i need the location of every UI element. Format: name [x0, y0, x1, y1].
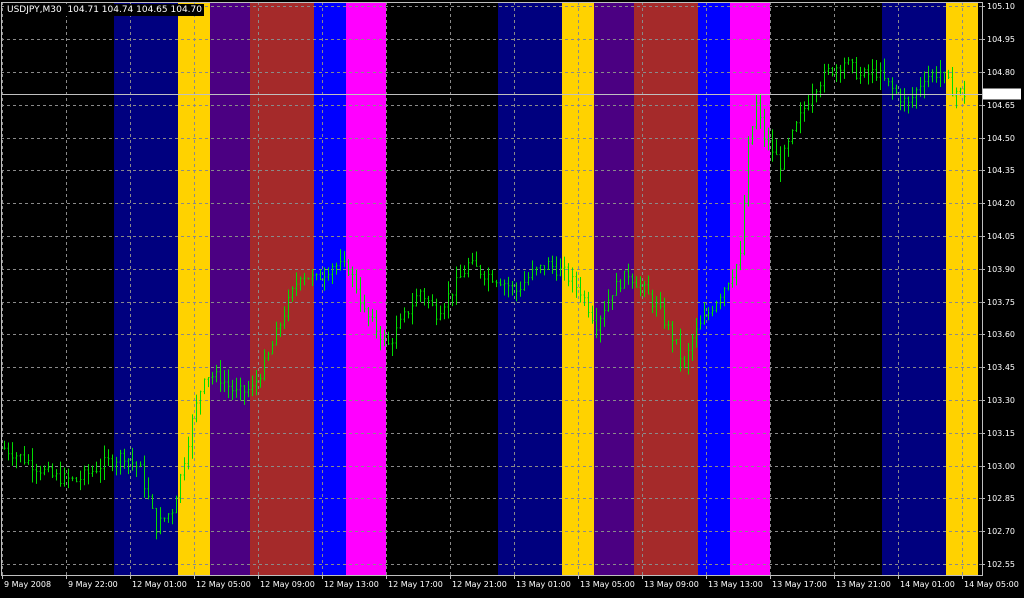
time-tick-label: 13 May 09:00 [644, 580, 699, 589]
price-axis: 105.10 104.95 104.80 104.65 104.50 104.35 104.… [982, 2, 1021, 569]
session-band-black [386, 2, 498, 575]
current-price-label: 104.70 [986, 91, 1014, 100]
price-tick-label: 103.15 [987, 429, 1015, 438]
price-tick-label: 104.80 [987, 68, 1015, 77]
price-tick-label: 104.35 [987, 166, 1015, 175]
time-tick-label: 14 May 05:00 [964, 580, 1019, 589]
time-tick-label: 14 May 01:00 [900, 580, 955, 589]
session-band-brown [250, 2, 314, 575]
price-tick-label: 104.50 [987, 134, 1015, 143]
price-tick-label: 103.45 [987, 363, 1015, 372]
time-tick-label: 12 May 05:00 [196, 580, 251, 589]
time-tick-label: 13 May 21:00 [836, 580, 891, 589]
time-axis: 9 May 2008 9 May 22:00 12 May 01:00 12 May … [2, 575, 1019, 589]
ohlc-chart[interactable]: 105.10 104.95 104.80 104.65 104.50 104.35 104.… [0, 0, 1024, 594]
time-tick-label: 12 May 17:00 [388, 580, 443, 589]
price-tick-label: 102.70 [987, 527, 1015, 536]
price-tick-label: 103.00 [987, 462, 1015, 471]
price-tick-label: 104.95 [987, 35, 1015, 44]
time-tick-label: 12 May 21:00 [452, 580, 507, 589]
price-tick-label: 103.75 [987, 298, 1015, 307]
price-tick-label: 102.85 [987, 494, 1015, 503]
time-tick-label: 13 May 05:00 [580, 580, 635, 589]
session-band-black [2, 2, 114, 575]
session-band-navy [882, 2, 946, 575]
price-tick-label: 105.10 [987, 2, 1015, 11]
price-tick-label: 103.90 [987, 265, 1015, 274]
session-band-brown [634, 2, 698, 575]
session-band-blue [314, 2, 346, 575]
price-tick-label: 102.55 [987, 560, 1015, 569]
chart-window[interactable]: 105.10 104.95 104.80 104.65 104.50 104.35 104.… [0, 0, 1024, 594]
price-tick-label: 103.30 [987, 396, 1015, 405]
time-tick-label: 13 May 17:00 [772, 580, 827, 589]
time-tick-label: 9 May 22:00 [68, 580, 118, 589]
time-tick-label: 13 May 13:00 [708, 580, 763, 589]
time-tick-label: 13 May 01:00 [516, 580, 571, 589]
time-tick-label: 12 May 13:00 [324, 580, 379, 589]
symbol-label: USDJPY,M30 [7, 5, 62, 15]
time-tick-label: 9 May 2008 [4, 580, 51, 589]
session-band-navy [114, 2, 178, 575]
session-band-purple [210, 2, 250, 575]
price-tick-label: 103.60 [987, 330, 1015, 339]
session-band-black [770, 2, 882, 575]
ohlc-values: 104.71 104.74 104.65 104.70 [67, 5, 202, 15]
time-tick-label: 12 May 09:00 [260, 580, 315, 589]
session-band-navy [498, 2, 562, 575]
session-band-magenta [730, 2, 770, 575]
session-band-magenta [346, 2, 386, 575]
chart-header: USDJPY,M30 104.71 104.74 104.65 104.70 [5, 4, 204, 16]
price-tick-label: 104.05 [987, 232, 1015, 241]
time-tick-label: 12 May 01:00 [132, 580, 187, 589]
session-band-purple [594, 2, 634, 575]
price-tick-label: 104.20 [987, 199, 1015, 208]
price-tick-label: 104.65 [987, 101, 1015, 110]
